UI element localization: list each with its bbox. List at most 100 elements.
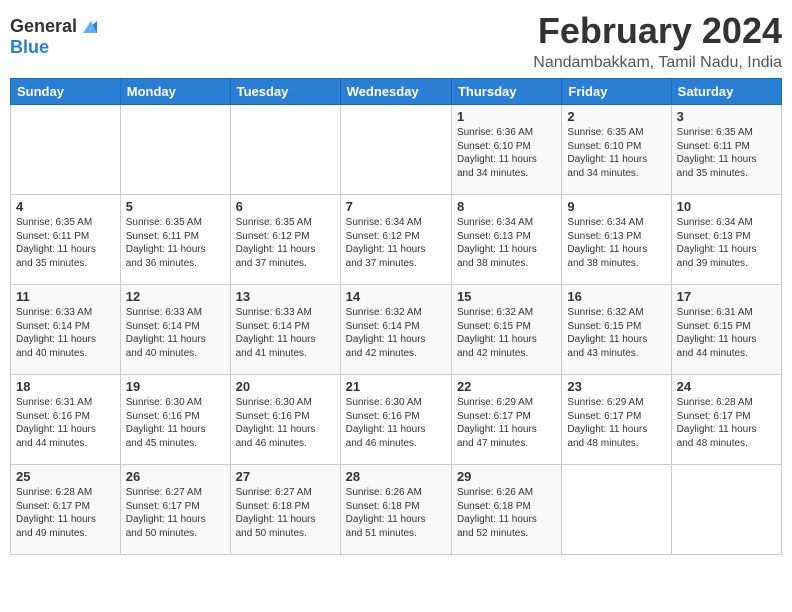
- calendar-header-wednesday: Wednesday: [340, 79, 451, 105]
- calendar-cell: [11, 105, 121, 195]
- day-info: Sunrise: 6:32 AM Sunset: 6:15 PM Dayligh…: [567, 306, 665, 360]
- calendar-cell: 12Sunrise: 6:33 AM Sunset: 6:14 PM Dayli…: [120, 285, 230, 375]
- day-info: Sunrise: 6:30 AM Sunset: 6:16 PM Dayligh…: [346, 396, 446, 450]
- day-number: 21: [346, 379, 446, 394]
- calendar-cell: 2Sunrise: 6:35 AM Sunset: 6:10 PM Daylig…: [562, 105, 671, 195]
- calendar-cell: [120, 105, 230, 195]
- day-info: Sunrise: 6:29 AM Sunset: 6:17 PM Dayligh…: [457, 396, 556, 450]
- day-info: Sunrise: 6:36 AM Sunset: 6:10 PM Dayligh…: [457, 126, 556, 180]
- day-info: Sunrise: 6:26 AM Sunset: 6:18 PM Dayligh…: [457, 486, 556, 540]
- calendar-header-tuesday: Tuesday: [230, 79, 340, 105]
- calendar-week-3: 11 Sunrise: 6:33 AM Sunset: 6:14 PM Dayli…: [11, 285, 782, 375]
- calendar-header-thursday: Thursday: [451, 79, 561, 105]
- day-number: 28: [346, 469, 446, 484]
- calendar-cell: 18 Sunrise: 6:31 AM Sunset: 6:16 PM Dayli…: [11, 375, 121, 465]
- day-number: 19: [126, 379, 225, 394]
- day-number: 9: [567, 199, 665, 214]
- calendar-header-monday: Monday: [120, 79, 230, 105]
- logo-blue: Blue: [10, 37, 49, 58]
- day-number: 17: [677, 289, 776, 304]
- logo: General Blue: [10, 16, 99, 58]
- calendar-cell: 16 Sunrise: 6:32 AM Sunset: 6:15 PM Dayli…: [562, 285, 671, 375]
- calendar-cell: 17 Sunrise: 6:31 AM Sunset: 6:15 PM Dayli…: [671, 285, 781, 375]
- logo-general: General: [10, 16, 77, 37]
- day-info: Sunrise: 6:32 AM Sunset: 6:14 PM Dayligh…: [346, 306, 446, 360]
- day-number: 10: [677, 199, 776, 214]
- calendar-cell: 22 Sunrise: 6:29 AM Sunset: 6:17 PM Dayli…: [451, 375, 561, 465]
- calendar-week-4: 18 Sunrise: 6:31 AM Sunset: 6:16 PM Dayli…: [11, 375, 782, 465]
- day-info: Sunrise: 6:34 AM Sunset: 6:13 PM Dayligh…: [567, 216, 665, 270]
- day-number: 26: [126, 469, 225, 484]
- day-number: 20: [236, 379, 335, 394]
- calendar-cell: [562, 465, 671, 555]
- day-info: Sunrise: 6:30 AM Sunset: 6:16 PM Dayligh…: [236, 396, 335, 450]
- day-number: 4: [16, 199, 115, 214]
- calendar-cell: 6 Sunrise: 6:35 AM Sunset: 6:12 PM Daylig…: [230, 195, 340, 285]
- day-number: 11: [16, 289, 115, 304]
- calendar-cell: 7 Sunrise: 6:34 AM Sunset: 6:12 PM Daylig…: [340, 195, 451, 285]
- calendar-cell: 4 Sunrise: 6:35 AM Sunset: 6:11 PM Daylig…: [11, 195, 121, 285]
- calendar-cell: 27 Sunrise: 6:27 AM Sunset: 6:18 PM Dayli…: [230, 465, 340, 555]
- calendar-cell: 21 Sunrise: 6:30 AM Sunset: 6:16 PM Dayli…: [340, 375, 451, 465]
- page-title: February 2024: [533, 10, 782, 52]
- day-info: Sunrise: 6:31 AM Sunset: 6:16 PM Dayligh…: [16, 396, 115, 450]
- calendar-cell: 5 Sunrise: 6:35 AM Sunset: 6:11 PM Daylig…: [120, 195, 230, 285]
- day-info: Sunrise: 6:29 AM Sunset: 6:17 PM Dayligh…: [567, 396, 665, 450]
- day-number: 12: [126, 289, 225, 304]
- day-number: 18: [16, 379, 115, 394]
- day-info: Sunrise: 6:30 AM Sunset: 6:16 PM Dayligh…: [126, 396, 225, 450]
- day-number: 13: [236, 289, 335, 304]
- day-info: Sunrise: 6:34 AM Sunset: 6:12 PM Dayligh…: [346, 216, 446, 270]
- calendar-cell: 15Sunrise: 6:32 AM Sunset: 6:15 PM Dayli…: [451, 285, 561, 375]
- calendar-cell: 8 Sunrise: 6:34 AM Sunset: 6:13 PM Daylig…: [451, 195, 561, 285]
- day-number: 24: [677, 379, 776, 394]
- day-info: Sunrise: 6:35 AM Sunset: 6:10 PM Dayligh…: [567, 126, 665, 180]
- calendar-cell: [340, 105, 451, 195]
- day-info: Sunrise: 6:35 AM Sunset: 6:11 PM Dayligh…: [126, 216, 225, 270]
- day-info: Sunrise: 6:31 AM Sunset: 6:15 PM Dayligh…: [677, 306, 776, 360]
- day-number: 7: [346, 199, 446, 214]
- calendar-cell: [671, 465, 781, 555]
- calendar-header-friday: Friday: [562, 79, 671, 105]
- day-number: 3: [677, 109, 776, 124]
- calendar-cell: 11 Sunrise: 6:33 AM Sunset: 6:14 PM Dayli…: [11, 285, 121, 375]
- day-number: 22: [457, 379, 556, 394]
- calendar-cell: 24Sunrise: 6:28 AM Sunset: 6:17 PM Dayli…: [671, 375, 781, 465]
- calendar-cell: 13Sunrise: 6:33 AM Sunset: 6:14 PM Dayli…: [230, 285, 340, 375]
- day-number: 8: [457, 199, 556, 214]
- day-number: 5: [126, 199, 225, 214]
- day-info: Sunrise: 6:34 AM Sunset: 6:13 PM Dayligh…: [457, 216, 556, 270]
- day-number: 29: [457, 469, 556, 484]
- calendar-week-2: 4 Sunrise: 6:35 AM Sunset: 6:11 PM Daylig…: [11, 195, 782, 285]
- day-info: Sunrise: 6:35 AM Sunset: 6:12 PM Dayligh…: [236, 216, 335, 270]
- day-info: Sunrise: 6:26 AM Sunset: 6:18 PM Dayligh…: [346, 486, 446, 540]
- calendar-cell: 23 Sunrise: 6:29 AM Sunset: 6:17 PM Dayli…: [562, 375, 671, 465]
- day-number: 23: [567, 379, 665, 394]
- calendar-header-saturday: Saturday: [671, 79, 781, 105]
- page-subtitle: Nandambakkam, Tamil Nadu, India: [533, 54, 782, 72]
- calendar-cell: 9 Sunrise: 6:34 AM Sunset: 6:13 PM Daylig…: [562, 195, 671, 285]
- title-area: February 2024 Nandambakkam, Tamil Nadu, …: [533, 10, 782, 72]
- calendar-cell: 3 Sunrise: 6:35 AM Sunset: 6:11 PM Daylig…: [671, 105, 781, 195]
- calendar-cell: 25Sunrise: 6:28 AM Sunset: 6:17 PM Dayli…: [11, 465, 121, 555]
- calendar-cell: [230, 105, 340, 195]
- header: General Blue February 2024 Nandambakkam,…: [10, 10, 782, 72]
- day-info: Sunrise: 6:35 AM Sunset: 6:11 PM Dayligh…: [16, 216, 115, 270]
- day-number: 16: [567, 289, 665, 304]
- day-number: 27: [236, 469, 335, 484]
- calendar-cell: 28 Sunrise: 6:26 AM Sunset: 6:18 PM Dayli…: [340, 465, 451, 555]
- day-info: Sunrise: 6:27 AM Sunset: 6:18 PM Dayligh…: [236, 486, 335, 540]
- calendar-cell: 1 Sunrise: 6:36 AM Sunset: 6:10 PM Daylig…: [451, 105, 561, 195]
- day-number: 14: [346, 289, 446, 304]
- calendar-table: SundayMondayTuesdayWednesdayThursdayFrid…: [10, 78, 782, 555]
- calendar-cell: 10 Sunrise: 6:34 AM Sunset: 6:13 PM Dayli…: [671, 195, 781, 285]
- logo-triangle-icon: [81, 17, 99, 35]
- day-number: 15: [457, 289, 556, 304]
- day-info: Sunrise: 6:34 AM Sunset: 6:13 PM Dayligh…: [677, 216, 776, 270]
- day-number: 6: [236, 199, 335, 214]
- day-info: Sunrise: 6:35 AM Sunset: 6:11 PM Dayligh…: [677, 126, 776, 180]
- day-number: 1: [457, 109, 556, 124]
- calendar-header-row: SundayMondayTuesdayWednesdayThursdayFrid…: [11, 79, 782, 105]
- day-info: Sunrise: 6:28 AM Sunset: 6:17 PM Dayligh…: [16, 486, 115, 540]
- day-info: Sunrise: 6:33 AM Sunset: 6:14 PM Dayligh…: [16, 306, 115, 360]
